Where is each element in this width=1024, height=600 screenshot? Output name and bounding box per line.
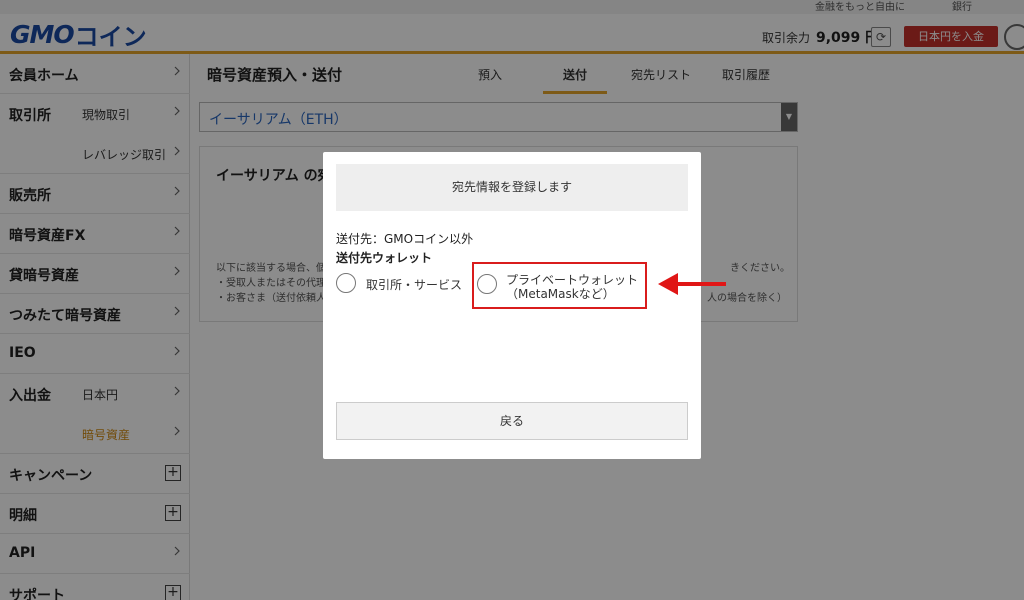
highlight-box — [472, 262, 647, 309]
radio-exchange-service[interactable] — [336, 273, 356, 293]
register-address-modal: 宛先情報を登録します 送付先：GMOコイン以外 送付先ウォレット 取引所・サービ… — [323, 152, 701, 459]
destination-line: 送付先：GMOコイン以外 — [336, 232, 474, 246]
modal-header: 宛先情報を登録します — [336, 164, 688, 211]
radio-label-exchange: 取引所・サービス — [366, 278, 463, 292]
back-button[interactable]: 戻る — [336, 402, 688, 440]
wallet-section-title: 送付先ウォレット — [336, 251, 433, 265]
red-arrow-annotation — [658, 273, 726, 295]
